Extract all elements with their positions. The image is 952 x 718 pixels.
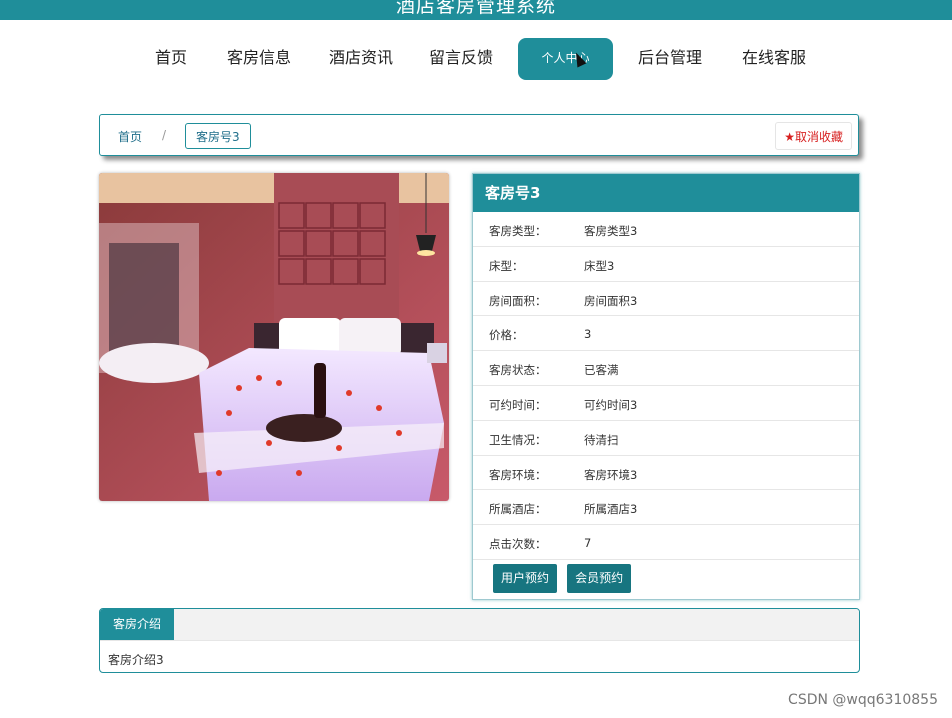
intro-tabbar: 客房介绍 <box>100 609 859 641</box>
detail-value: 客房环境3 <box>584 467 638 482</box>
watermark: CSDN @wqq6310855 <box>788 692 938 708</box>
nav-item-home[interactable]: 首页 <box>155 38 187 80</box>
breadcrumb-current: 客房号3 <box>185 123 251 149</box>
breadcrumb-separator: / <box>162 128 167 142</box>
breadcrumb-home-link[interactable]: 首页 <box>118 128 142 145</box>
detail-label: 卫生情况： <box>489 432 547 447</box>
detail-row-price: 价格： 3 <box>473 316 859 352</box>
nav-item-admin[interactable]: 后台管理 <box>638 38 702 80</box>
detail-row-hotel: 所属酒店： 所属酒店3 <box>473 490 859 526</box>
tab-room-intro[interactable]: 客房介绍 <box>100 609 175 640</box>
detail-row-available-time: 可约时间： 可约时间3 <box>473 386 859 421</box>
unfavorite-button[interactable]: ★取消收藏 <box>775 122 852 150</box>
detail-label: 房间面积： <box>489 293 547 308</box>
detail-row-clicks: 点击次数： 7 <box>473 525 859 560</box>
nav-item-support[interactable]: 在线客服 <box>742 38 806 80</box>
detail-row-status: 客房状态： 已客满 <box>473 351 859 386</box>
member-booking-button[interactable]: 会员预约 <box>567 564 632 593</box>
room-intro-text: 客房介绍3 <box>108 653 164 667</box>
nav-item-feedback[interactable]: 留言反馈 <box>429 38 493 80</box>
nav-item-profile[interactable]: 个人中心 <box>518 38 613 80</box>
detail-row-hygiene: 卫生情况： 待清扫 <box>473 421 859 456</box>
detail-row-room-type: 客房类型： 客房类型3 <box>473 212 859 247</box>
detail-label: 客房类型： <box>489 224 547 238</box>
unfavorite-label: 取消收藏 <box>794 130 843 144</box>
detail-label: 客房环境： <box>489 467 547 482</box>
detail-label: 价格： <box>489 328 524 343</box>
breadcrumb: 首页 / 客房号3 ★取消收藏 <box>99 114 859 156</box>
detail-value: 房间面积3 <box>584 293 638 308</box>
detail-label: 可约时间： <box>489 397 547 412</box>
detail-value: 可约时间3 <box>584 397 638 412</box>
nav-item-news[interactable]: 酒店资讯 <box>329 38 393 80</box>
room-details-panel: 客房号3 客房类型： 客房类型3 床型： 床型3 房间面积： 房间面积3 价格： 3 客… <box>472 173 860 600</box>
detail-value: 客房类型3 <box>584 224 638 238</box>
detail-value: 所属酒店3 <box>584 502 638 517</box>
room-intro-panel: 客房介绍 客房介绍3 <box>99 608 860 673</box>
room-photo <box>99 173 449 501</box>
detail-label: 床型： <box>489 258 524 273</box>
header-bar: 酒店客房管理系统 <box>0 0 952 20</box>
star-icon: ★ <box>784 130 795 144</box>
detail-value: 床型3 <box>584 258 615 273</box>
room-title: 客房号3 <box>473 174 859 212</box>
detail-row-area: 房间面积： 房间面积3 <box>473 282 859 317</box>
main-nav: 首页 客房信息 酒店资讯 留言反馈 个人中心 后台管理 在线客服 <box>0 38 952 82</box>
booking-buttons: 用户预约 会员预约 <box>493 564 636 593</box>
detail-value: 3 <box>584 327 592 342</box>
detail-value: 已客满 <box>584 363 619 378</box>
detail-label: 所属酒店： <box>489 502 547 517</box>
app-title: 酒店客房管理系统 <box>395 0 556 17</box>
user-booking-button[interactable]: 用户预约 <box>493 564 558 593</box>
detail-value: 7 <box>584 536 592 551</box>
detail-label: 点击次数： <box>489 537 547 552</box>
detail-row-environment: 客房环境： 客房环境3 <box>473 456 859 491</box>
detail-value: 待清扫 <box>584 432 619 447</box>
nav-item-rooms[interactable]: 客房信息 <box>227 38 291 80</box>
detail-label: 客房状态： <box>489 363 547 378</box>
detail-row-bed-type: 床型： 床型3 <box>473 247 859 282</box>
